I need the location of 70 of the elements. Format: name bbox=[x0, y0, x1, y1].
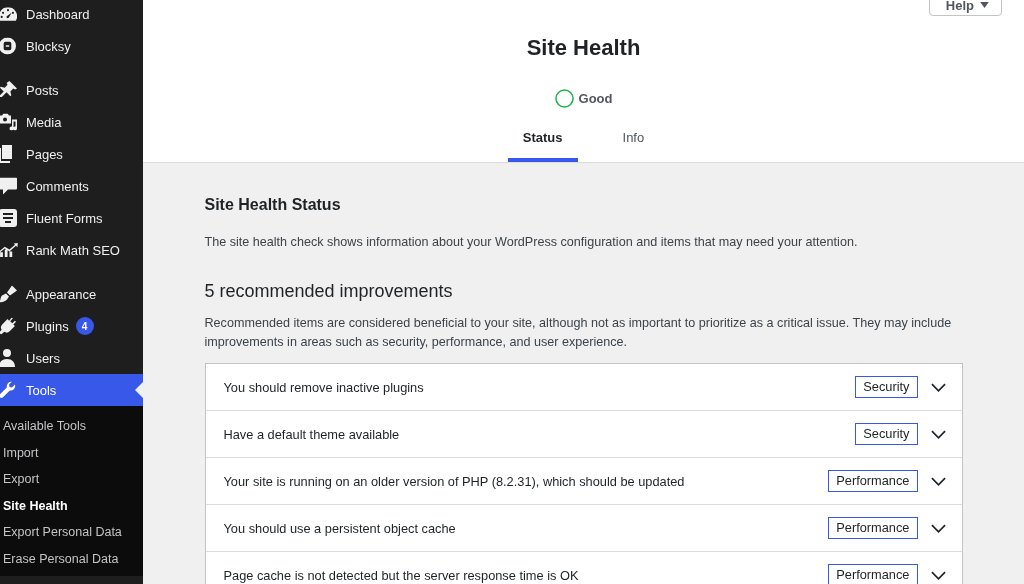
submenu-item[interactable]: Erase Personal Data bbox=[0, 545, 143, 572]
page-title: Site Health bbox=[526, 34, 641, 62]
bar-chart-icon bbox=[0, 243, 18, 257]
menu-label: Fluent Forms bbox=[26, 210, 103, 226]
issue-row[interactable]: Have a default theme available Security bbox=[205, 411, 962, 458]
person-icon bbox=[0, 349, 15, 367]
plug-icon bbox=[0, 317, 16, 335]
pointer-icon bbox=[135, 382, 143, 398]
issue-title: You should use a persistent object cache bbox=[223, 520, 457, 536]
menu-item[interactable]: Fluent Forms bbox=[0, 202, 143, 234]
issue-title: You should remove inactive plugins bbox=[223, 379, 425, 395]
menu-label: Pages bbox=[26, 146, 63, 162]
improvements-description: Recommended items are considered beneficial to your site, although not as important to prioritize as a critical issue. They may include improvements in areas such as security, performance, and user experience. bbox=[204, 315, 953, 351]
section-description: The site health check shows information about your WordPress configuration and items that may need your attention. bbox=[204, 234, 859, 251]
issue-title: Page cache is not detected but the server response time is OK bbox=[223, 567, 580, 583]
menu-item[interactable]: Appearance bbox=[0, 278, 143, 310]
submenu-item[interactable]: Site Health bbox=[0, 492, 143, 519]
menu-label: Media bbox=[26, 114, 62, 130]
menu-label: Users bbox=[26, 350, 60, 366]
progress-ring-icon bbox=[554, 88, 574, 108]
form-icon bbox=[0, 209, 17, 227]
menu-label: Plugins bbox=[26, 318, 69, 334]
camera-music-icon bbox=[0, 113, 17, 131]
submenu-item[interactable]: Export Personal Data bbox=[0, 519, 143, 546]
category-badge: Performance bbox=[828, 517, 918, 539]
menu-label: Posts bbox=[26, 82, 59, 98]
improvements-heading: 5 recommended improvements bbox=[204, 280, 454, 303]
health-status-label: Good bbox=[578, 90, 613, 106]
tab[interactable]: Status bbox=[507, 116, 578, 162]
update-count-badge: 4 bbox=[75, 317, 94, 335]
section-heading: Site Health Status bbox=[204, 195, 342, 215]
category-badge: Security bbox=[855, 423, 918, 445]
category-badge: Performance bbox=[828, 470, 918, 492]
submenu-item[interactable]: Export bbox=[0, 466, 143, 493]
menu-label: Comments bbox=[26, 178, 89, 194]
help-button[interactable]: Help bbox=[928, 0, 1002, 16]
issue-row[interactable]: You should remove inactive plugins Security bbox=[205, 364, 962, 411]
submenu-item[interactable]: Available Tools bbox=[0, 413, 143, 440]
menu-label: Blocksy bbox=[26, 38, 71, 54]
tab[interactable]: Info bbox=[607, 116, 660, 162]
menu-item[interactable]: Media bbox=[0, 106, 143, 138]
speech-bubble-icon bbox=[0, 177, 17, 195]
menu-label: Rank Math SEO bbox=[26, 242, 120, 258]
issue-title: Your site is running on an older version of PHP (8.2.31), which should be updated bbox=[223, 473, 686, 489]
pages-icon bbox=[0, 145, 12, 163]
menu-item[interactable]: Tools bbox=[0, 374, 143, 406]
paintbrush-icon bbox=[0, 285, 17, 303]
issue-title: Have a default theme available bbox=[223, 426, 401, 442]
category-badge: Performance bbox=[828, 564, 918, 584]
menu-label: Tools bbox=[26, 382, 57, 398]
menu-item[interactable]: Pages bbox=[0, 138, 143, 170]
menu-label: Appearance bbox=[26, 286, 97, 302]
wrench-icon bbox=[0, 381, 16, 399]
menu-item[interactable]: Blocksy bbox=[0, 30, 143, 62]
menu-item[interactable]: Dashboard bbox=[0, 0, 143, 30]
category-badge: Security bbox=[855, 376, 918, 398]
issue-row[interactable]: Page cache is not detected but the server response time is OK Performance bbox=[205, 552, 962, 584]
submenu-item[interactable]: Import bbox=[0, 439, 143, 466]
menu-item[interactable]: Users bbox=[0, 342, 143, 374]
menu-item[interactable]: Plugins 4 bbox=[0, 310, 143, 342]
pin-icon bbox=[0, 81, 17, 99]
menu-item[interactable]: Posts bbox=[0, 74, 143, 106]
caret-icon bbox=[980, 2, 989, 8]
issue-row[interactable]: Your site is running on an older version of PHP (8.2.31), which should be updated Performance bbox=[205, 458, 962, 505]
menu-item[interactable]: Rank Math SEO bbox=[0, 234, 143, 266]
menu-item[interactable]: Comments bbox=[0, 170, 143, 202]
menu-label: Dashboard bbox=[26, 6, 90, 22]
issue-row[interactable]: You should use a persistent object cache Performance bbox=[205, 505, 962, 552]
gauge-icon bbox=[0, 7, 17, 21]
logo-icon bbox=[0, 37, 16, 55]
